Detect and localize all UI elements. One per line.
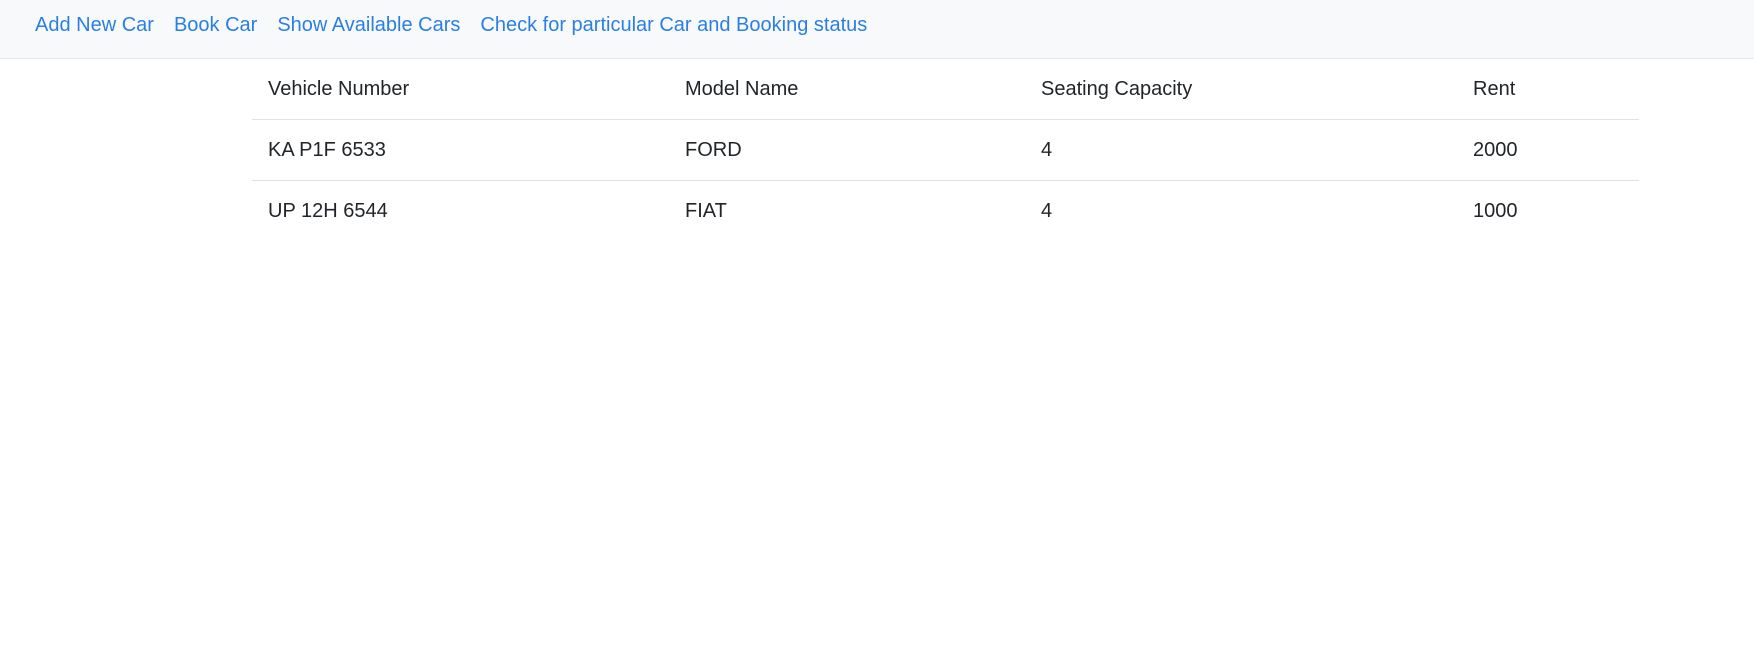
nav-links: Add New Car Book Car Show Available Cars…	[35, 0, 887, 50]
check-car-booking-status-link[interactable]: Check for particular Car and Booking sta…	[480, 13, 867, 37]
header-rent: Rent	[1473, 77, 1516, 100]
cars-table-container: Vehicle Number Model Name Seating Capaci…	[252, 59, 1639, 241]
book-car-link[interactable]: Book Car	[174, 13, 257, 37]
table-row: KA P1F 6533 FORD 4 2000	[252, 120, 1639, 181]
cell-model-name: FORD	[685, 138, 742, 161]
cell-vehicle-number: UP 12H 6544	[268, 199, 388, 222]
available-cars-table: Vehicle Number Model Name Seating Capaci…	[252, 59, 1639, 241]
add-new-car-link[interactable]: Add New Car	[35, 13, 154, 37]
header-model-name: Model Name	[685, 77, 799, 100]
header-row: Vehicle Number Model Name Seating Capaci…	[252, 59, 1639, 120]
table-header: Vehicle Number Model Name Seating Capaci…	[252, 59, 1639, 120]
header-seating-capacity: Seating Capacity	[1041, 77, 1193, 100]
top-navbar: Add New Car Book Car Show Available Cars…	[0, 0, 1754, 59]
cell-rent: 1000	[1473, 199, 1518, 222]
nav-item-check-status: Check for particular Car and Booking sta…	[480, 13, 887, 37]
show-available-cars-link[interactable]: Show Available Cars	[277, 13, 460, 37]
table-body: KA P1F 6533 FORD 4 2000 UP 12H 6544 FIAT…	[252, 120, 1639, 242]
header-vehicle-number: Vehicle Number	[268, 77, 410, 100]
cell-rent: 2000	[1473, 138, 1518, 161]
nav-item-book-car: Book Car	[174, 13, 277, 37]
nav-item-show-available-cars: Show Available Cars	[277, 13, 480, 37]
table-row: UP 12H 6544 FIAT 4 1000	[252, 180, 1639, 242]
cell-seating-capacity: 4	[1041, 138, 1053, 161]
nav-item-add-new-car: Add New Car	[35, 13, 174, 37]
cell-vehicle-number: KA P1F 6533	[268, 138, 386, 161]
cell-seating-capacity: 4	[1041, 199, 1053, 222]
cell-model-name: FIAT	[685, 199, 727, 222]
